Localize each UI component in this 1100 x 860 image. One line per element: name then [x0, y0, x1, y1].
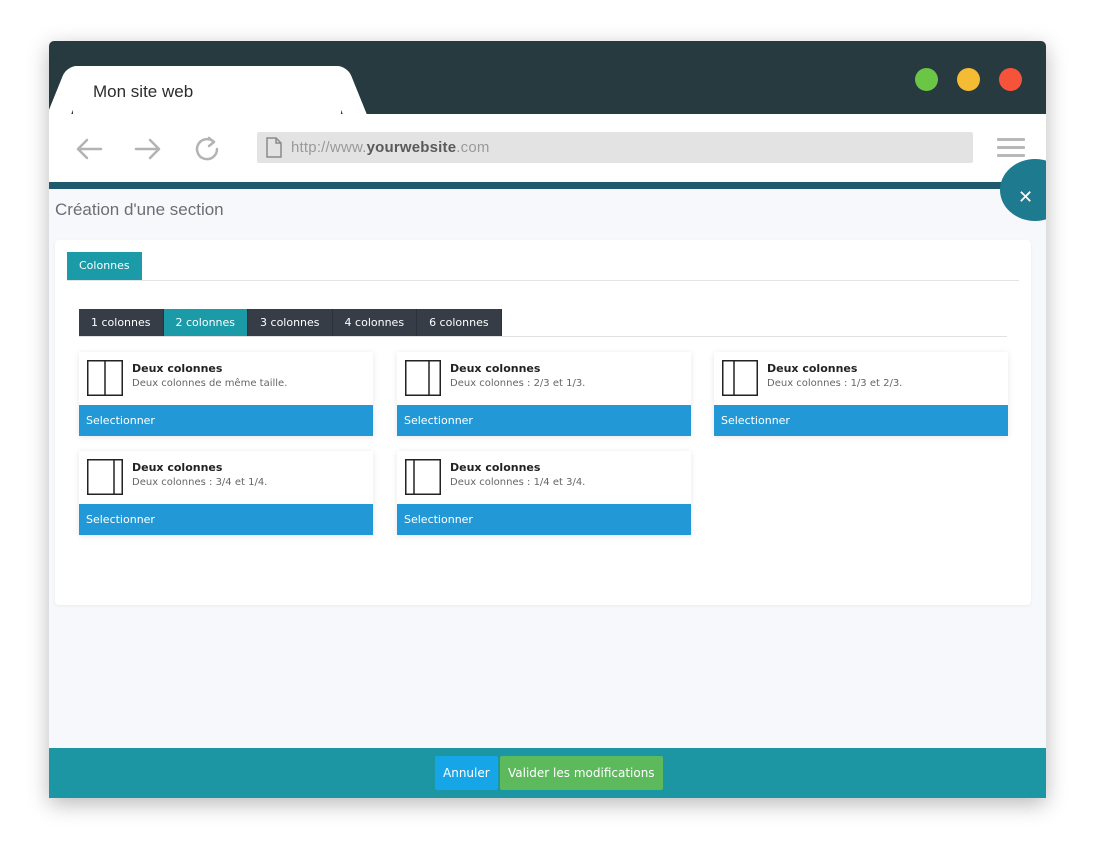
two-columns-quarter-left-icon [405, 459, 441, 495]
two-columns-wide-left-icon [405, 360, 441, 396]
select-button[interactable]: Selectionner [79, 504, 373, 535]
url-bar[interactable]: http://www.yourwebsite.com [257, 132, 973, 163]
tab-colonnes[interactable]: Colonnes [67, 252, 142, 280]
tab-title: Mon site web [93, 82, 194, 101]
close-icon: ✕ [1018, 187, 1034, 208]
two-columns-three-quarter-left-icon [87, 459, 123, 495]
tab-2-colonnes[interactable]: 2 colonnes [163, 309, 249, 337]
layout-card: Deux colonnes Deux colonnes de même tail… [79, 352, 373, 436]
select-button[interactable]: Selectionner [79, 405, 373, 436]
select-button[interactable]: Selectionner [714, 405, 1008, 436]
maximize-dot[interactable] [915, 68, 938, 91]
select-button[interactable]: Selectionner [397, 405, 691, 436]
tab-divider [67, 280, 1019, 281]
footer-bar: Annuler Valider les modifications [49, 748, 1046, 798]
tab-1-colonnes[interactable]: 1 colonnes [79, 309, 164, 337]
card-title: Deux colonnes [450, 362, 541, 375]
card-description: Deux colonnes : 1/3 et 2/3. [767, 378, 903, 389]
section-panel: Colonnes 1 colonnes 2 colonnes 3 colonne… [55, 240, 1031, 605]
card-title: Deux colonnes [767, 362, 858, 375]
card-title: Deux colonnes [132, 362, 223, 375]
layout-card: Deux colonnes Deux colonnes : 1/4 et 3/4… [397, 451, 691, 535]
save-changes-button[interactable]: Valider les modifications [500, 756, 663, 790]
hamburger-menu-icon[interactable] [997, 138, 1025, 158]
layout-card: Deux colonnes Deux colonnes : 1/3 et 2/3… [714, 352, 1008, 436]
tabs-divider [79, 336, 1007, 337]
page-title: Création d'une section [55, 200, 224, 219]
card-description: Deux colonnes de même taille. [132, 378, 288, 389]
cancel-button[interactable]: Annuler [435, 756, 498, 790]
reload-icon[interactable] [192, 135, 224, 163]
card-title: Deux colonnes [132, 461, 223, 474]
two-columns-wide-right-icon [722, 360, 758, 396]
card-description: Deux colonnes : 2/3 et 1/3. [450, 378, 586, 389]
two-columns-equal-icon [87, 360, 123, 396]
address-toolbar: http://www.yourwebsite.com [49, 114, 1046, 182]
tab-6-colonnes[interactable]: 6 colonnes [417, 309, 502, 337]
card-description: Deux colonnes : 3/4 et 1/4. [132, 477, 268, 488]
page-icon [266, 137, 282, 158]
column-count-tabs: 1 colonnes 2 colonnes 3 colonnes 4 colon… [79, 309, 502, 337]
back-arrow-icon[interactable] [73, 135, 105, 163]
browser-tab[interactable]: Mon site web [73, 66, 341, 114]
tab-4-colonnes[interactable]: 4 colonnes [332, 309, 418, 337]
close-window-dot[interactable] [999, 68, 1022, 91]
select-button[interactable]: Selectionner [397, 504, 691, 535]
card-title: Deux colonnes [450, 461, 541, 474]
title-bar: Mon site web [49, 41, 1046, 114]
layout-card: Deux colonnes Deux colonnes : 3/4 et 1/4… [79, 451, 373, 535]
browser-window: Mon site web http://www.yourwebsite.com … [49, 41, 1046, 798]
tab-3-colonnes[interactable]: 3 colonnes [248, 309, 333, 337]
card-description: Deux colonnes : 1/4 et 3/4. [450, 477, 586, 488]
layout-card: Deux colonnes Deux colonnes : 2/3 et 1/3… [397, 352, 691, 436]
url-text: http://www.yourwebsite.com [291, 139, 490, 156]
forward-arrow-icon[interactable] [132, 135, 164, 163]
header-accent-line [49, 182, 1046, 189]
minimize-dot[interactable] [957, 68, 980, 91]
